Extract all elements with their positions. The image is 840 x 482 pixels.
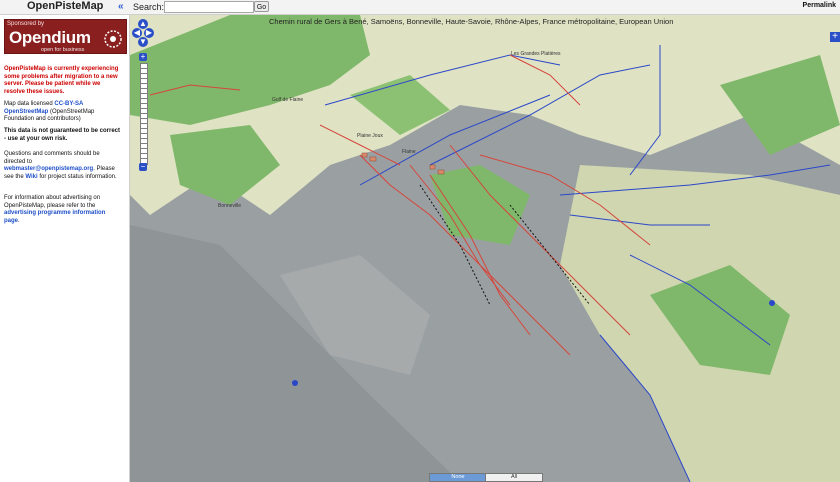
data-warning: This data is not guaranteed to be correc…: [4, 128, 121, 142]
sidebar: Sponsored by Opendium open for business …: [0, 15, 130, 482]
map-location-caption: Chemin rural de Gers à Bené, Samoëns, Bo…: [269, 17, 674, 26]
collapse-sidebar-icon[interactable]: «: [118, 2, 128, 12]
sponsor-banner[interactable]: Sponsored by Opendium open for business: [4, 19, 127, 54]
server-notice: OpenPisteMap is currently experiencing s…: [4, 66, 119, 95]
sponsor-logo-icon: [104, 30, 122, 48]
map-label-plaine-joux: Plaine Joux: [357, 133, 383, 139]
sponsor-tagline: open for business: [41, 47, 85, 53]
map-label-grandes-platieres: Les Grandes Platières: [511, 51, 561, 57]
pan-down-icon[interactable]: ▼: [138, 37, 148, 47]
map-label-flaine: Flaine: [402, 149, 416, 155]
map-canvas[interactable]: [130, 15, 840, 482]
questions-prefix: Questions and comments should be directe…: [4, 151, 100, 165]
openstreetmap-link[interactable]: OpenStreetMap: [4, 109, 48, 115]
overlay-all-button[interactable]: All: [485, 473, 543, 482]
search-label: Search:: [133, 2, 165, 12]
top-bar: OpenPisteMap « Search: Go Permalink: [0, 0, 840, 15]
wiki-link[interactable]: Wiki: [25, 174, 37, 180]
go-button[interactable]: Go: [254, 1, 269, 12]
license-prefix: Map data licensed: [4, 101, 53, 107]
license-text: Map data licensed CC-BY-SA OpenStreetMap…: [4, 101, 122, 124]
layer-switcher-icon[interactable]: +: [830, 32, 840, 42]
cc-by-sa-link[interactable]: CC-BY-SA: [54, 101, 83, 107]
advertising-text: For information about advertising on Ope…: [4, 195, 106, 224]
questions-text: Questions and comments should be directe…: [4, 151, 117, 180]
zoom-out-icon[interactable]: −: [139, 163, 147, 171]
advert-prefix: For information about advertising on Ope…: [4, 195, 101, 209]
questions-suffix: for project status information.: [39, 173, 117, 180]
search-input[interactable]: [164, 1, 254, 13]
advertising-info-link[interactable]: advertising programme information page: [4, 210, 105, 224]
webmaster-email-link[interactable]: webmaster@openpistemap.org: [4, 166, 93, 172]
zoom-slider[interactable]: [140, 63, 148, 165]
zoom-in-icon[interactable]: +: [139, 53, 147, 61]
map-label-golf: Golf de Flaine: [272, 97, 304, 103]
map-label-bonneville: Bonneville: [218, 203, 242, 209]
sponsor-label: Sponsored by: [7, 21, 45, 27]
sponsor-name: Opendium: [9, 28, 91, 47]
app-title: OpenPisteMap: [27, 0, 104, 12]
overlay-none-button[interactable]: None: [429, 473, 487, 482]
map-view[interactable]: Golf de Flaine Les Grandes Platières Pla…: [130, 15, 840, 482]
permalink-link[interactable]: Permalink: [803, 2, 836, 9]
